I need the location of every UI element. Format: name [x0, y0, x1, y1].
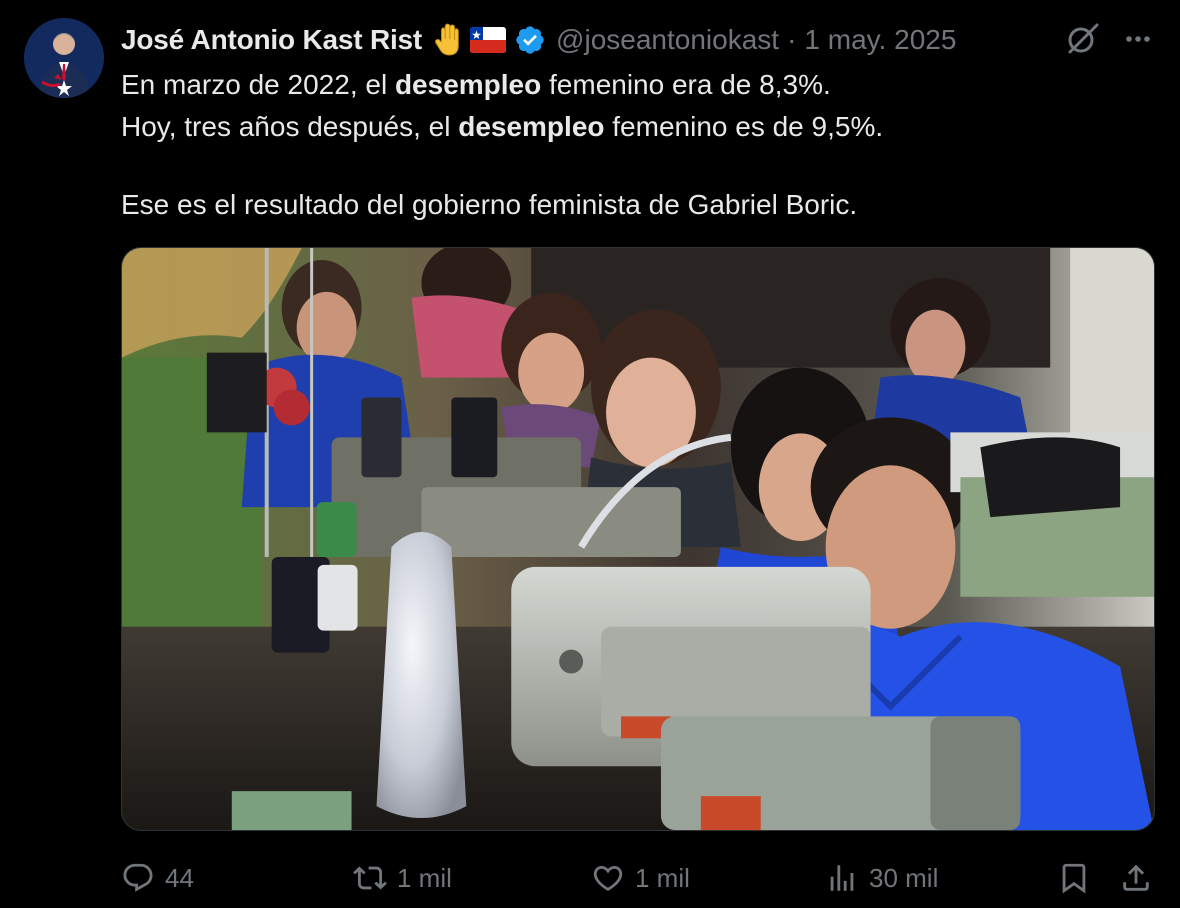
bookmark-icon — [1062, 863, 1086, 894]
author-handle[interactable]: @joseantoniokast — [556, 24, 779, 56]
retweet-button[interactable]: 1 mil — [353, 856, 452, 900]
reply-count: 44 — [165, 862, 194, 893]
tweet-text-line-1: En marzo de 2022, el desempleo femenino … — [121, 69, 831, 100]
tweet-date[interactable]: 1 may. 2025 — [804, 24, 956, 56]
retweet-count: 1 mil — [397, 862, 452, 893]
heart-icon — [593, 865, 623, 891]
bold-keyword: desempleo — [458, 111, 605, 142]
tweet-actions: 44 1 mil 1 mil 30 mil — [121, 856, 1161, 900]
bookmark-button[interactable] — [1057, 856, 1091, 900]
chile-flag-icon — [470, 27, 507, 53]
grok-icon[interactable] — [1064, 20, 1102, 58]
tweet-text-line-3: Ese es el resultado del gobierno feminis… — [121, 189, 858, 220]
separator-dot: · — [787, 24, 797, 55]
reply-button[interactable]: 44 — [121, 856, 194, 900]
avatar[interactable] — [24, 18, 104, 98]
reply-icon — [123, 863, 153, 892]
views-count: 30 mil — [869, 862, 939, 893]
display-name[interactable]: José Antonio Kast Rist — [121, 24, 422, 56]
raised-hand-emoji — [432, 22, 464, 58]
raised-hand-icon — [435, 23, 459, 56]
tweet-text: En marzo de 2022, el desempleo femenino … — [121, 64, 1151, 226]
tweet-header: José Antonio Kast Rist @joseantoniokast … — [121, 20, 956, 60]
share-icon — [1123, 864, 1149, 891]
tweet-image[interactable] — [121, 247, 1155, 831]
views-icon — [830, 865, 854, 891]
tweet-text-line-2: Hoy, tres años después, el desempleo fem… — [121, 111, 884, 142]
like-count: 1 mil — [635, 862, 690, 893]
retweet-icon — [353, 866, 387, 890]
sewing-workshop-photo — [122, 248, 1154, 830]
views-button[interactable]: 30 mil — [825, 856, 938, 900]
verified-badge-icon[interactable] — [514, 24, 546, 56]
bold-keyword: desempleo — [394, 69, 542, 100]
share-button[interactable] — [1119, 856, 1153, 900]
tweet[interactable]: José Antonio Kast Rist @joseantoniokast … — [0, 0, 1180, 908]
avatar-image — [24, 18, 104, 98]
like-button[interactable]: 1 mil — [591, 856, 690, 900]
more-options-icon[interactable] — [1118, 20, 1158, 58]
